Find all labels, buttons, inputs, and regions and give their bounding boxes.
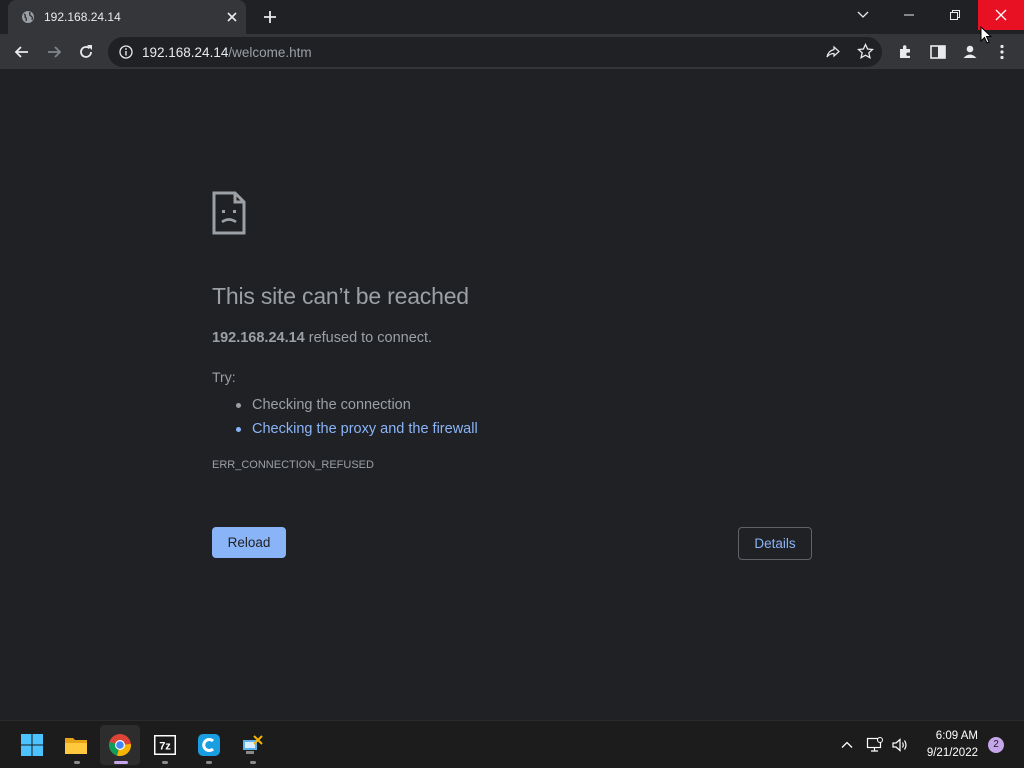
- notification-badge[interactable]: 2: [988, 737, 1004, 753]
- show-hidden-icons-chevron-up-icon[interactable]: [840, 738, 854, 752]
- details-button[interactable]: Details: [738, 527, 812, 560]
- error-summary: 192.168.24.14 refused to connect.: [212, 330, 432, 346]
- url-text[interactable]: 192.168.24.14/welcome.htm: [142, 45, 312, 60]
- network-tool-icon[interactable]: [241, 733, 265, 757]
- suggestion-link-proxy-firewall[interactable]: Checking the proxy and the firewall: [236, 417, 478, 441]
- running-indicator: [74, 761, 80, 764]
- active-indicator: [114, 761, 128, 764]
- mouse-cursor-icon: [980, 26, 992, 44]
- error-code: ERR_CONNECTION_REFUSED: [212, 459, 374, 471]
- restore-icon: [950, 10, 960, 20]
- tab-strip: 192.168.24.14: [0, 0, 1024, 34]
- error-host: 192.168.24.14: [212, 330, 305, 346]
- new-tab-icon[interactable]: [261, 8, 279, 26]
- svg-text:7z: 7z: [159, 741, 171, 753]
- back-icon[interactable]: [12, 42, 32, 62]
- forward-icon[interactable]: [44, 42, 64, 62]
- tab-close-icon[interactable]: [224, 9, 240, 25]
- url-host: 192.168.24.14: [142, 45, 229, 60]
- suggestions-list: Checking the connection Checking the pro…: [236, 393, 478, 441]
- network-status-icon[interactable]: [866, 736, 884, 754]
- minimize-button[interactable]: [886, 0, 932, 30]
- browser-toolbar: 192.168.24.14/welcome.htm: [0, 34, 1024, 70]
- side-panel-icon[interactable]: [928, 42, 948, 62]
- 7zip-icon[interactable]: 7z: [153, 733, 177, 757]
- start-icon[interactable]: [20, 733, 44, 757]
- url-path: /welcome.htm: [228, 45, 312, 60]
- taskbar: 7z 6:09 AM 9/21/2022 2: [0, 720, 1024, 768]
- reload-icon[interactable]: [76, 42, 96, 62]
- extensions-icon[interactable]: [896, 42, 916, 62]
- globe-icon: [22, 11, 34, 23]
- sad-page-icon: [212, 191, 246, 235]
- share-icon[interactable]: [825, 44, 841, 60]
- tab-title: 192.168.24.14: [44, 10, 121, 24]
- minimize-icon: [904, 14, 914, 16]
- menu-dots-icon[interactable]: [992, 42, 1012, 62]
- running-indicator: [250, 761, 256, 764]
- error-title: This site can’t be reached: [212, 283, 469, 309]
- running-indicator: [162, 761, 168, 764]
- close-icon: [995, 9, 1007, 21]
- ccleaner-icon[interactable]: [197, 733, 221, 757]
- file-explorer-icon[interactable]: [64, 733, 88, 757]
- address-bar[interactable]: 192.168.24.14/welcome.htm: [108, 37, 882, 67]
- chevron-down-icon: [857, 11, 869, 18]
- tab-search-button[interactable]: [840, 0, 886, 30]
- profile-icon[interactable]: [960, 42, 980, 62]
- chrome-icon[interactable]: [108, 733, 132, 757]
- info-icon[interactable]: [119, 45, 133, 59]
- volume-icon[interactable]: [891, 736, 909, 754]
- bookmark-star-icon[interactable]: [857, 43, 874, 60]
- suggestion-item: Checking the connection: [236, 393, 478, 417]
- error-page: This site can’t be reached 192.168.24.14…: [0, 71, 1024, 720]
- clock-time[interactable]: 6:09 AM: [922, 730, 978, 742]
- tab-active[interactable]: 192.168.24.14: [8, 0, 246, 34]
- restore-button[interactable]: [932, 0, 978, 30]
- running-indicator: [206, 761, 212, 764]
- clock-date[interactable]: 9/21/2022: [916, 747, 978, 759]
- error-message: refused to connect.: [304, 330, 433, 346]
- try-label: Try:: [212, 369, 236, 385]
- reload-button[interactable]: Reload: [212, 527, 286, 558]
